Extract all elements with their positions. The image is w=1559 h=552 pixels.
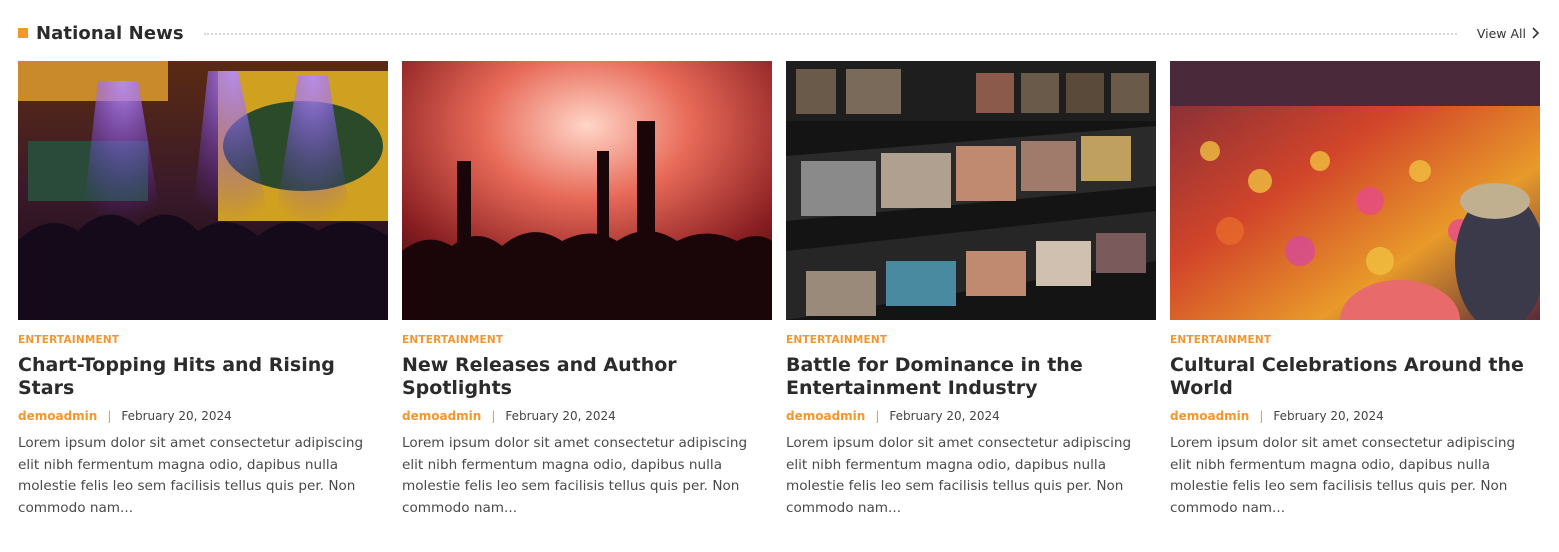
card-excerpt: Lorem ipsum dolor sit amet consectetur a… <box>786 435 1132 516</box>
record-store-image <box>786 61 1156 320</box>
card-title[interactable]: Cultural Celebrations Around the World <box>1170 354 1540 400</box>
card-author[interactable]: demoadmin <box>402 409 481 423</box>
section-header: National News View All <box>18 20 1540 46</box>
news-card: ENTERTAINMENT Cultural Celebrations Arou… <box>1170 61 1540 519</box>
card-date: February 20, 2024 <box>121 409 232 423</box>
news-card: ENTERTAINMENT Battle for Dominance in th… <box>786 61 1156 519</box>
card-excerpt: Lorem ipsum dolor sit amet consectetur a… <box>1170 435 1516 516</box>
card-category[interactable]: ENTERTAINMENT <box>18 334 388 346</box>
meta-separator: | <box>1259 409 1264 423</box>
dotted-divider <box>203 33 1457 35</box>
card-excerpt: Lorem ipsum dolor sit amet consectetur a… <box>402 435 748 516</box>
card-title[interactable]: Battle for Dominance in the Entertainmen… <box>786 354 1156 400</box>
meta-separator: | <box>491 409 496 423</box>
card-meta: demoadmin | February 20, 2024 <box>1170 409 1540 423</box>
card-date: February 20, 2024 <box>505 409 616 423</box>
concert-crowd-image <box>402 61 772 320</box>
card-image-link[interactable] <box>402 61 772 320</box>
card-title[interactable]: Chart-Topping Hits and Rising Stars <box>18 354 388 400</box>
card-image-link[interactable] <box>1170 61 1540 320</box>
concert-stage-image <box>18 61 388 320</box>
card-title[interactable]: New Releases and Author Spotlights <box>402 354 772 400</box>
section-marker <box>18 28 28 38</box>
card-date: February 20, 2024 <box>1273 409 1384 423</box>
view-all-label: View All <box>1476 25 1526 41</box>
news-card: ENTERTAINMENT Chart-Topping Hits and Ris… <box>18 61 388 519</box>
view-all-link[interactable]: View All <box>1477 26 1540 41</box>
card-date: February 20, 2024 <box>889 409 1000 423</box>
card-excerpt: Lorem ipsum dolor sit amet consectetur a… <box>18 435 364 516</box>
meta-separator: | <box>107 409 112 423</box>
card-author[interactable]: demoadmin <box>786 409 865 423</box>
festival-crowd-image <box>1170 61 1540 320</box>
news-card: ENTERTAINMENT New Releases and Author Sp… <box>402 61 772 519</box>
card-author[interactable]: demoadmin <box>1170 409 1249 423</box>
news-grid: ENTERTAINMENT Chart-Topping Hits and Ris… <box>18 61 1540 519</box>
meta-separator: | <box>875 409 880 423</box>
card-image-link[interactable] <box>786 61 1156 320</box>
chevron-right-icon <box>1532 27 1540 39</box>
card-category[interactable]: ENTERTAINMENT <box>402 334 772 346</box>
card-meta: demoadmin | February 20, 2024 <box>18 409 388 423</box>
card-category[interactable]: ENTERTAINMENT <box>1170 334 1540 346</box>
section-title: National News <box>36 22 184 44</box>
card-author[interactable]: demoadmin <box>18 409 97 423</box>
card-image-link[interactable] <box>18 61 388 320</box>
card-meta: demoadmin | February 20, 2024 <box>786 409 1156 423</box>
card-category[interactable]: ENTERTAINMENT <box>786 334 1156 346</box>
card-meta: demoadmin | February 20, 2024 <box>402 409 772 423</box>
